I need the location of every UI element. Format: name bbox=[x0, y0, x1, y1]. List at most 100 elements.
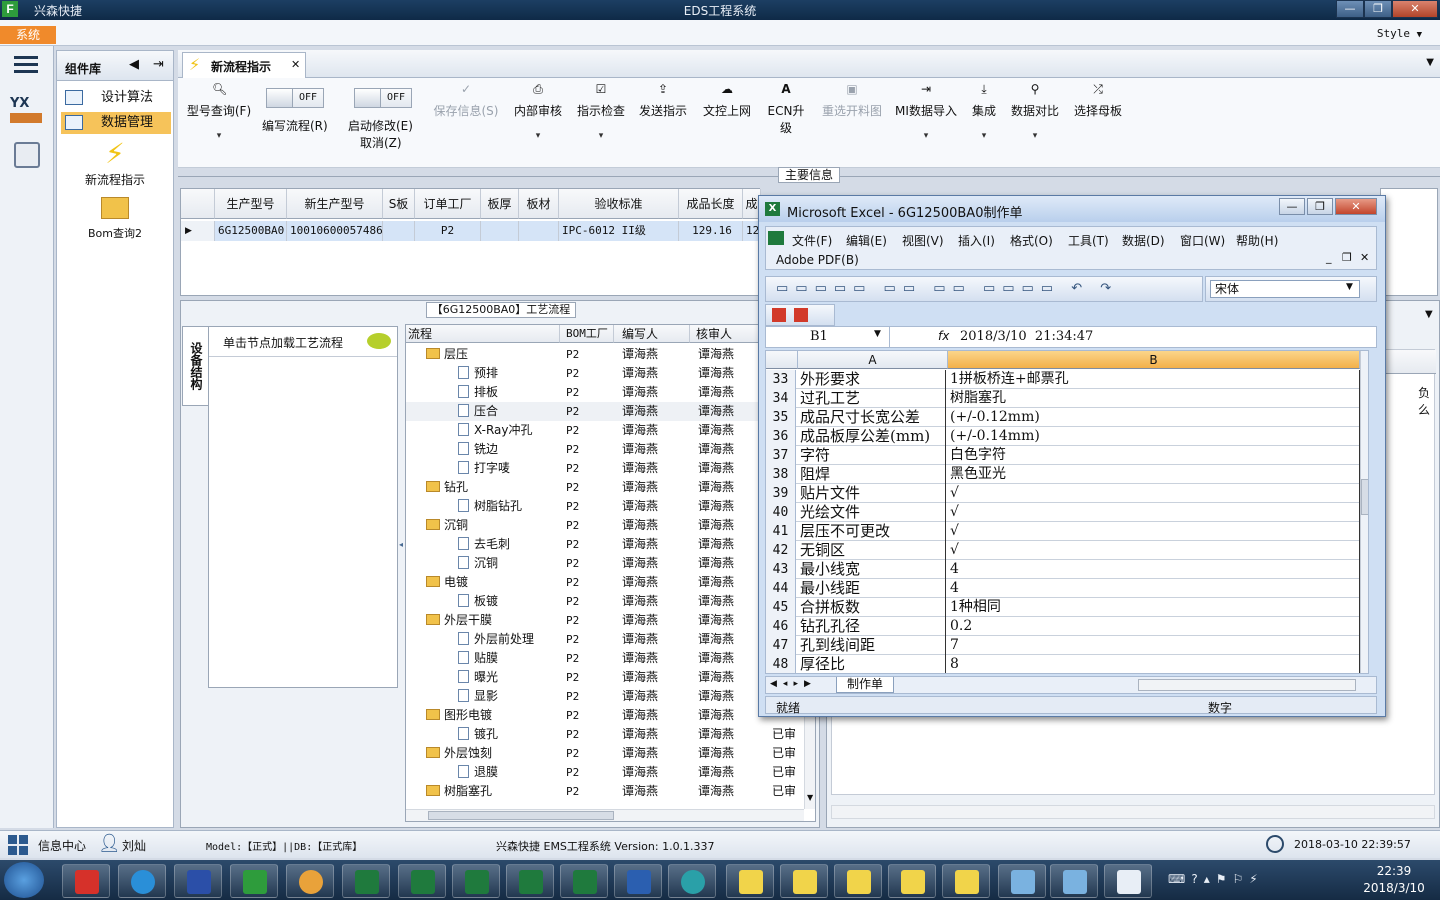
table-cell[interactable]: 谭海燕 bbox=[698, 706, 734, 725]
table-cell[interactable]: 谭海燕 bbox=[622, 535, 658, 554]
taskbar-image-1[interactable] bbox=[998, 864, 1046, 898]
table-cell[interactable]: 已审 bbox=[772, 744, 796, 763]
table-cell[interactable] bbox=[519, 221, 559, 241]
table-cell[interactable] bbox=[481, 221, 519, 241]
list-item[interactable]: 预排 P2 谭海燕 谭海燕 bbox=[406, 364, 815, 383]
column-header[interactable]: 流程 bbox=[406, 325, 560, 343]
cell-b[interactable]: √ bbox=[948, 522, 1360, 541]
table-cell[interactable]: 谭海燕 bbox=[698, 782, 734, 801]
cell-b[interactable]: 7 bbox=[948, 636, 1360, 655]
taskbar-doc-5[interactable] bbox=[942, 864, 990, 898]
cell-a[interactable]: 过孔工艺 bbox=[798, 389, 946, 408]
table-cell[interactable]: P2 bbox=[566, 706, 579, 725]
row-number[interactable]: 37 bbox=[766, 446, 796, 465]
sheet-nav-arrows[interactable]: ◀◂▸▶ bbox=[770, 679, 817, 689]
cell-b[interactable]: (+/-0.12mm) bbox=[948, 408, 1360, 427]
cell-b[interactable]: 白色字符 bbox=[948, 446, 1360, 465]
table-cell[interactable]: P2 bbox=[566, 725, 579, 744]
tree-node[interactable]: 压合 bbox=[458, 402, 498, 421]
chevron-down-icon[interactable]: ▼ bbox=[1426, 57, 1434, 68]
collapse-left-icon[interactable]: ◀ bbox=[129, 57, 139, 72]
table-cell[interactable]: P2 bbox=[566, 402, 579, 421]
scroll-thumb[interactable] bbox=[1361, 479, 1368, 515]
tree-node[interactable]: 曝光 bbox=[458, 668, 498, 687]
list-item[interactable]: 板镀 P2 谭海燕 谭海燕 bbox=[406, 592, 815, 611]
cell-a[interactable]: 成品板厚公差(mm) bbox=[798, 427, 946, 446]
list-item[interactable]: 去毛刺 P2 谭海燕 谭海燕 bbox=[406, 535, 815, 554]
table-cell[interactable]: P2 bbox=[566, 364, 579, 383]
start-button[interactable] bbox=[4, 862, 44, 898]
save-info-button[interactable]: ✓ 保存信息(S) bbox=[430, 82, 502, 119]
table-cell[interactable]: 谭海燕 bbox=[622, 402, 658, 421]
menu-help[interactable]: 帮助(H) bbox=[1236, 232, 1278, 249]
menu-file[interactable]: 文件(F) bbox=[792, 232, 832, 249]
cell-b[interactable]: 0.2 bbox=[948, 617, 1360, 636]
table-cell[interactable]: P2 bbox=[566, 421, 579, 440]
column-a-header[interactable]: A bbox=[798, 351, 948, 369]
table-cell[interactable]: 谭海燕 bbox=[698, 345, 734, 364]
table-cell[interactable]: 谭海燕 bbox=[698, 668, 734, 687]
table-cell[interactable]: P2 bbox=[566, 573, 579, 592]
column-header[interactable]: 核审人 bbox=[690, 325, 760, 343]
row-number[interactable]: 40 bbox=[766, 503, 796, 522]
list-item[interactable]: 显影 P2 谭海燕 谭海燕 bbox=[406, 687, 815, 706]
row-number[interactable]: 35 bbox=[766, 408, 796, 427]
column-header[interactable]: S板 bbox=[383, 189, 415, 219]
cell-a[interactable]: 成品尺寸长宽公差 bbox=[798, 408, 946, 427]
tree-node[interactable]: 镀孔 bbox=[458, 725, 498, 744]
taskbar-excel-1[interactable] bbox=[342, 864, 390, 898]
list-item[interactable]: 退膜 P2 谭海燕 谭海燕 已审 bbox=[406, 763, 815, 782]
cell-b[interactable]: (+/-0.14mm) bbox=[948, 427, 1360, 446]
chevron-down-icon[interactable]: ▼ bbox=[874, 329, 881, 339]
table-cell[interactable]: 谭海燕 bbox=[622, 763, 658, 782]
table-cell[interactable]: 谭海燕 bbox=[698, 459, 734, 478]
row-number[interactable]: 33 bbox=[766, 370, 796, 389]
function-icon[interactable]: fx bbox=[938, 329, 949, 343]
cell-a[interactable]: 阻焊 bbox=[798, 465, 946, 484]
tree-node[interactable]: 沉铜 bbox=[458, 554, 498, 573]
taskbar-excel-2[interactable] bbox=[398, 864, 446, 898]
menu-format[interactable]: 格式(O) bbox=[1010, 232, 1053, 249]
table-cell[interactable]: 谭海燕 bbox=[698, 516, 734, 535]
row-number[interactable]: 34 bbox=[766, 389, 796, 408]
tree-node[interactable]: 外层干膜 bbox=[426, 611, 492, 630]
table-cell[interactable]: 谭海燕 bbox=[622, 345, 658, 364]
menu-item-design-algorithm[interactable]: 设计算法 bbox=[61, 87, 171, 109]
menu-window[interactable]: 窗口(W) bbox=[1180, 232, 1225, 249]
instruction-check-button[interactable]: ☑ 指示检查 ▾ bbox=[574, 82, 628, 141]
standard-toolbar-icons[interactable]: ▭▭▭▭▭ ▭▭ ▭▭ ▭▭▭▭ ↶ ↷ bbox=[776, 281, 1118, 296]
pdf-icon[interactable] bbox=[772, 308, 786, 322]
launcher-new-process[interactable]: ⚡ 新流程指示 bbox=[57, 137, 173, 188]
close-button[interactable]: ✕ bbox=[1392, 0, 1438, 18]
taskbar-image-2[interactable] bbox=[1050, 864, 1098, 898]
cell-b[interactable]: 1拼板桥连+邮票孔 bbox=[948, 370, 1360, 389]
row-number[interactable]: 42 bbox=[766, 541, 796, 560]
table-cell[interactable]: 谭海燕 bbox=[698, 383, 734, 402]
tree-node[interactable]: 贴膜 bbox=[458, 649, 498, 668]
hamburger-menu-icon[interactable] bbox=[14, 56, 38, 74]
table-cell[interactable]: 谭海燕 bbox=[698, 440, 734, 459]
taskbar-doc-1[interactable] bbox=[726, 864, 774, 898]
tree-node[interactable]: 电镀 bbox=[426, 573, 468, 592]
cell-a[interactable]: 厚径比 bbox=[798, 655, 946, 673]
cell-a[interactable]: 无铜区 bbox=[798, 541, 946, 560]
cell-a[interactable]: 孔到线间距 bbox=[798, 636, 946, 655]
table-cell[interactable]: 谭海燕 bbox=[698, 535, 734, 554]
pdf-review-icon[interactable] bbox=[794, 308, 808, 322]
tree-node[interactable]: 铣边 bbox=[458, 440, 498, 459]
tree-node[interactable]: 去毛刺 bbox=[458, 535, 510, 554]
calculator-icon[interactable] bbox=[14, 142, 40, 168]
tab-new-process[interactable]: ⚡ 新流程指示 ✕ bbox=[182, 52, 306, 78]
row-number[interactable]: 47 bbox=[766, 636, 796, 655]
column-header[interactable]: 订单工厂 bbox=[415, 189, 481, 219]
table-cell[interactable]: 谭海燕 bbox=[698, 554, 734, 573]
cell-b[interactable]: √ bbox=[948, 503, 1360, 522]
tree-node[interactable]: 排板 bbox=[458, 383, 498, 402]
taskbar-word[interactable] bbox=[614, 864, 662, 898]
table-cell[interactable]: P2 bbox=[566, 554, 579, 573]
launcher-bom-query[interactable]: Bom查询2 bbox=[57, 197, 173, 241]
select-motherboard-button[interactable]: ⤮ 选择母板 bbox=[1070, 82, 1126, 119]
table-cell[interactable]: P2 bbox=[566, 668, 579, 687]
cell-a[interactable]: 贴片文件 bbox=[798, 484, 946, 503]
table-cell[interactable]: P2 bbox=[566, 345, 579, 364]
